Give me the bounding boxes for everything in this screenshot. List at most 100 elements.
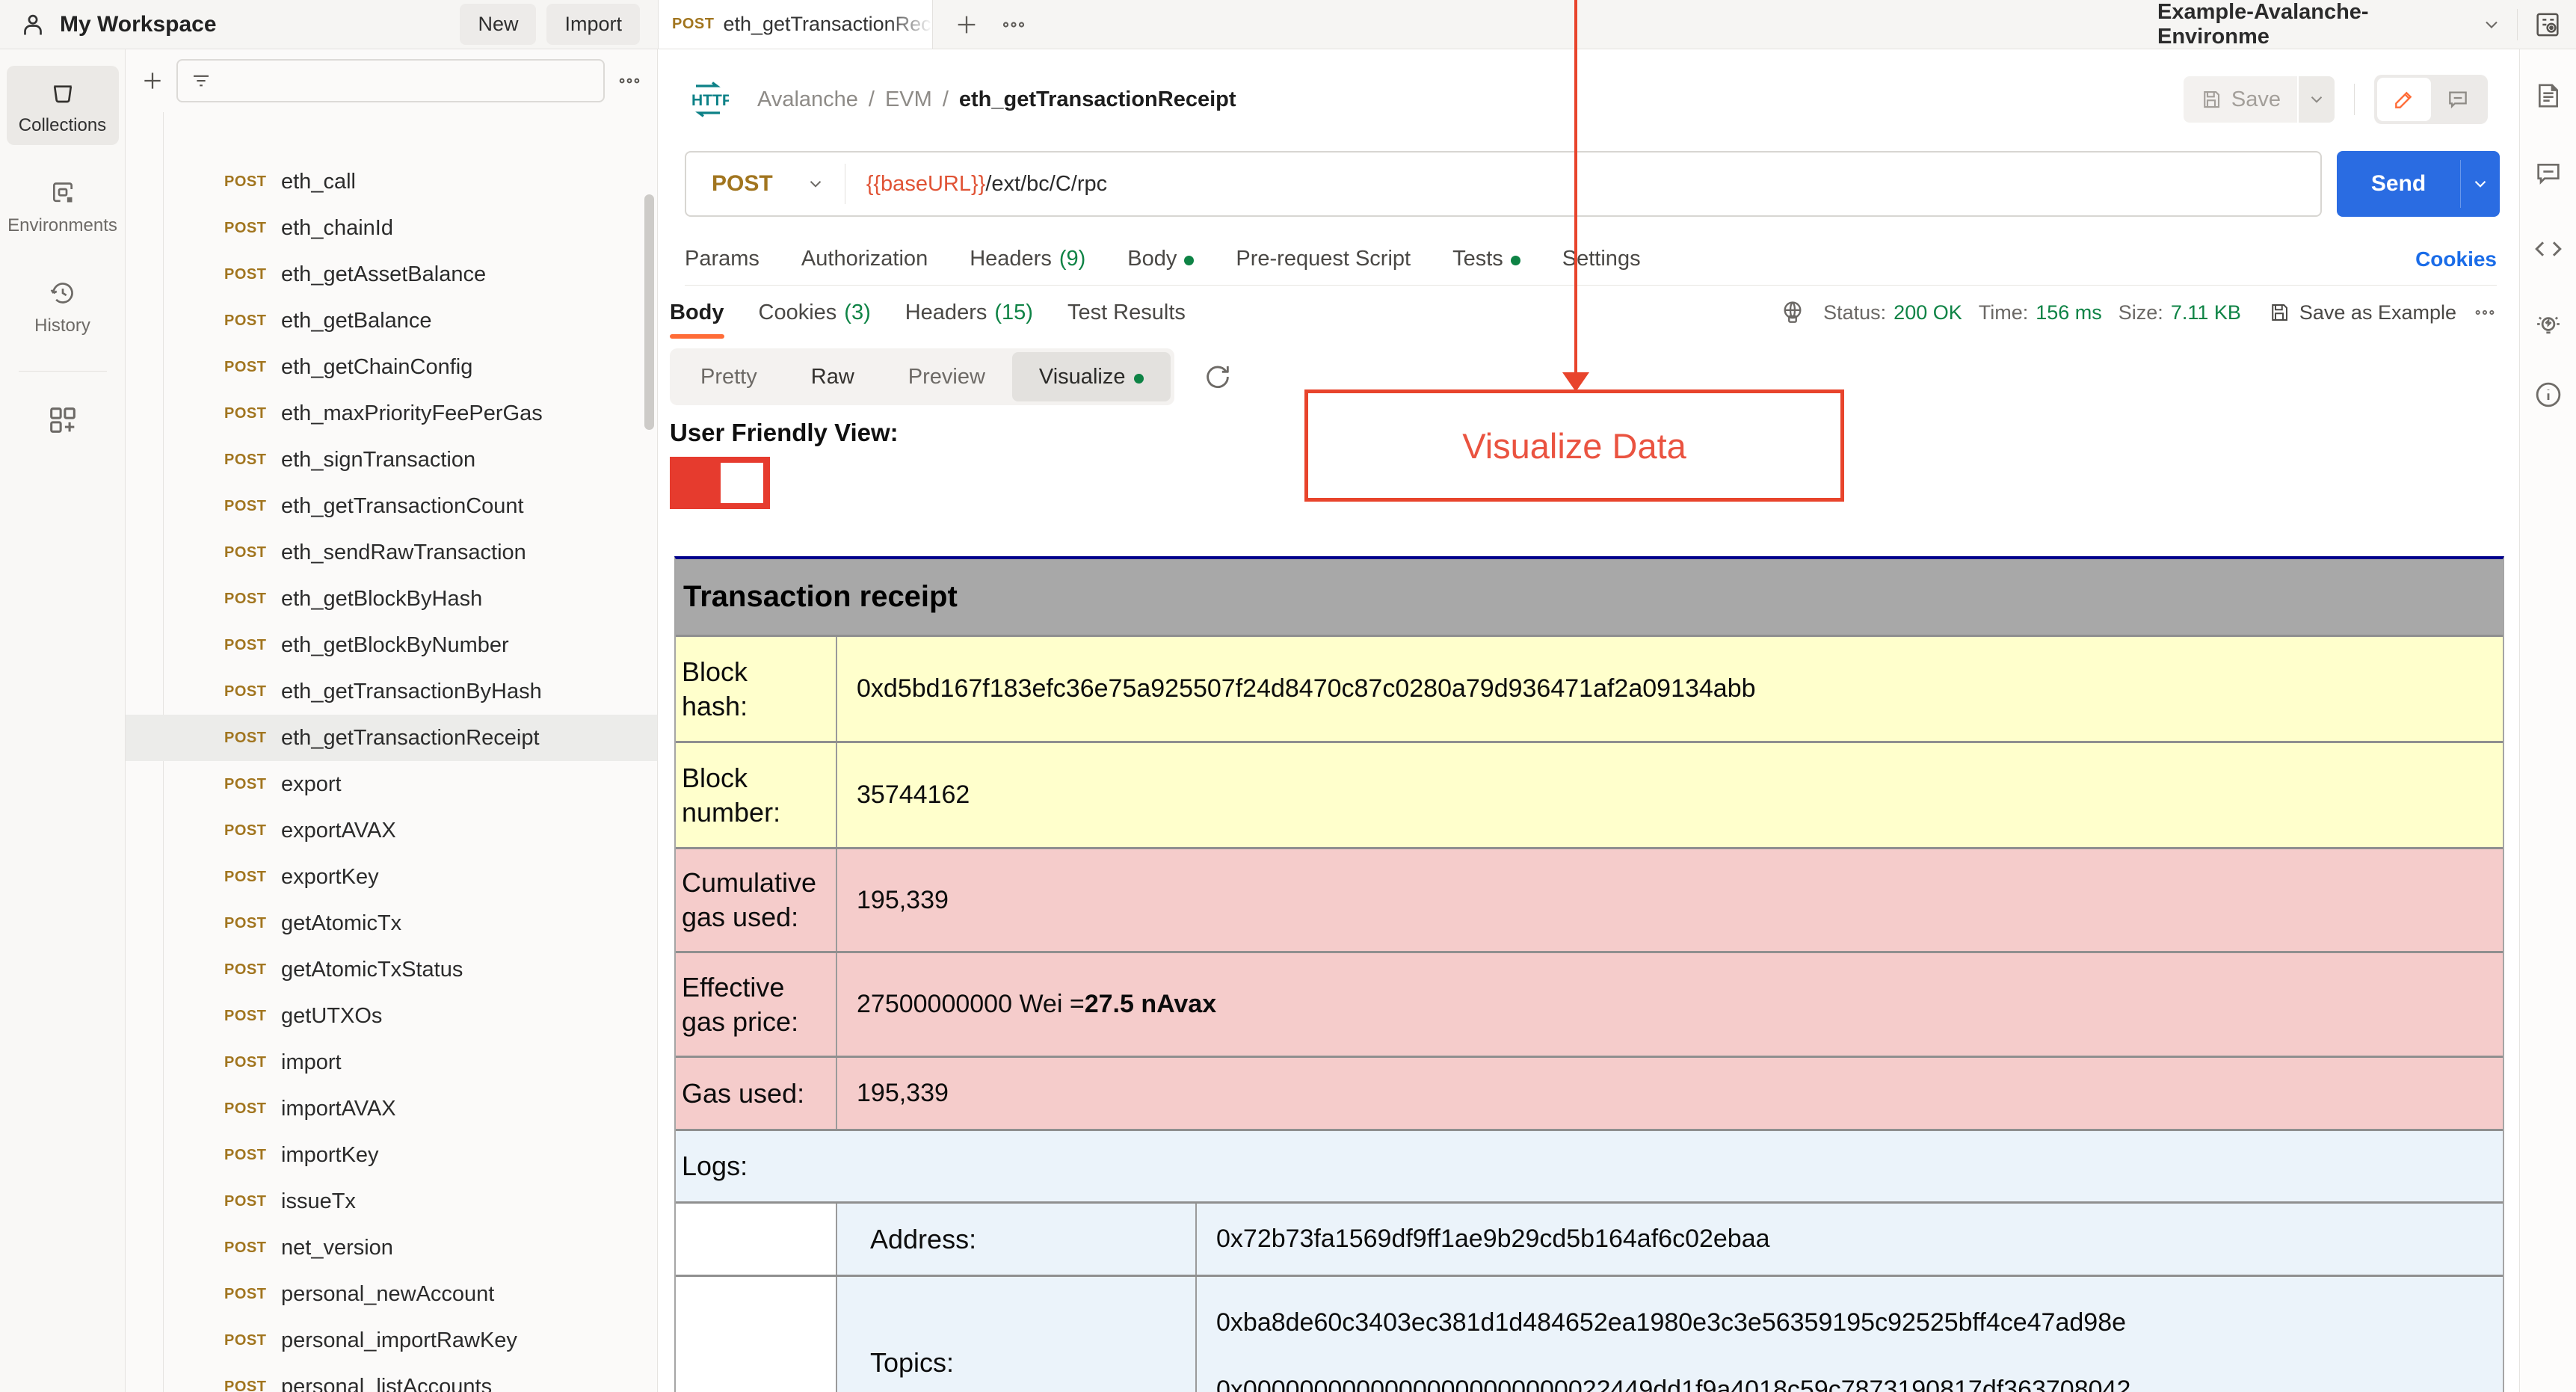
sidebar-filter-input[interactable] (176, 59, 605, 102)
response-tab-headers[interactable]: Headers (15) (905, 286, 1033, 339)
environment-selector[interactable]: Example-Avalanche-Environme (2157, 0, 2466, 49)
add-collection-icon[interactable] (141, 69, 164, 93)
status-value[interactable]: 200 OK (1894, 301, 1962, 324)
import-button[interactable]: Import (546, 4, 640, 45)
sidebar-request-item[interactable]: POST eth_call (126, 158, 657, 205)
request-tab-pre-request-script[interactable]: Pre-request Script (1236, 247, 1411, 271)
request-tab-body[interactable]: Body (1127, 247, 1195, 271)
sidebar-request-item[interactable]: POST eth_getChainConfig (126, 344, 657, 390)
response-tab-body[interactable]: Body (670, 286, 724, 339)
size-value[interactable]: 7.11 KB (2171, 301, 2241, 324)
sidebar-more-options-icon[interactable] (617, 68, 642, 93)
save-options-chevron-icon[interactable] (2299, 76, 2335, 123)
sidebar-request-item[interactable]: POST eth_getTransactionReceipt (126, 715, 657, 761)
code-icon[interactable] (2533, 233, 2564, 265)
sidebar-scrollbar[interactable] (644, 194, 654, 430)
workspace-title[interactable]: My Workspace (60, 12, 217, 37)
request-actions: Save (2183, 75, 2488, 124)
info-icon[interactable] (2533, 379, 2564, 410)
request-name: eth_maxPriorityFeePerGas (281, 401, 543, 425)
breadcrumb-request[interactable]: eth_getTransactionReceipt (959, 87, 1236, 112)
breadcrumb-collection[interactable]: Avalanche (757, 87, 858, 112)
environment-quick-look-icon[interactable] (2533, 10, 2563, 40)
send-button[interactable]: Send (2337, 151, 2500, 217)
sidebar-request-item[interactable]: POST personal_listAccounts (126, 1364, 657, 1392)
row-label: Block number: (676, 743, 837, 847)
save-button[interactable]: Save (2183, 76, 2297, 123)
send-options-chevron-icon[interactable] (2461, 151, 2500, 217)
log-label-cell: Address: (837, 1204, 1197, 1275)
sidebar-request-item[interactable]: POST net_version (126, 1225, 657, 1271)
sidebar-request-item[interactable]: POST eth_getTransactionCount (126, 483, 657, 529)
comments-button[interactable] (2431, 78, 2485, 121)
lightbulb-icon[interactable] (2533, 311, 2564, 342)
response-tab-test-results[interactable]: Test Results (1067, 286, 1186, 339)
active-tab-underline (670, 334, 724, 339)
save-button-label: Save (2231, 87, 2281, 111)
row-label: Gas used: (676, 1058, 837, 1129)
sidebar-request-item[interactable]: POST eth_sendRawTransaction (126, 529, 657, 576)
rail-item-environments[interactable]: Environments (7, 166, 119, 245)
response-meta: Status: 200 OK Time: 156 ms Size: 7.11 KB S… (1778, 298, 2497, 327)
sidebar-request-item[interactable]: POST exportKey (126, 854, 657, 900)
friendly-view-toggle[interactable] (670, 457, 770, 509)
request-tab-authorization[interactable]: Authorization (801, 247, 928, 271)
new-button[interactable]: New (460, 4, 537, 45)
sidebar-request-item[interactable]: POST personal_importRawKey (126, 1317, 657, 1364)
log-spacer-cell (676, 1204, 837, 1275)
sidebar-request-item[interactable]: POST eth_getBlockByHash (126, 576, 657, 622)
request-tab-active[interactable]: POST eth_getTransactionRece (658, 0, 933, 49)
sidebar-request-item[interactable]: POST importKey (126, 1132, 657, 1178)
sidebar-request-item[interactable]: POST issueTx (126, 1178, 657, 1225)
view-mode-raw[interactable]: Raw (784, 352, 881, 401)
view-mode-pretty[interactable]: Pretty (674, 352, 784, 401)
edit-mode-button[interactable] (2377, 78, 2431, 121)
documentation-icon[interactable] (2533, 81, 2563, 111)
comments-icon[interactable] (2533, 158, 2563, 188)
hash-value: 0x72b73fa1569df9ff1ae9b29cd5b164af6c02eb… (1216, 1225, 1770, 1253)
user-icon[interactable] (19, 11, 46, 38)
add-panel-icon[interactable] (46, 403, 80, 437)
view-mode-preview[interactable]: Preview (881, 352, 1012, 401)
tab-label: Body (1127, 247, 1177, 271)
sidebar-request-item[interactable]: POST eth_getBalance (126, 298, 657, 344)
method-chevron-icon[interactable] (806, 174, 825, 194)
sidebar-request-item[interactable]: POST eth_getAssetBalance (126, 251, 657, 298)
sidebar-request-item[interactable]: POST getUTXOs (126, 993, 657, 1039)
new-tab-icon[interactable] (954, 12, 979, 37)
cookies-link[interactable]: Cookies (2415, 247, 2497, 271)
sidebar-request-item[interactable]: POST eth_maxPriorityFeePerGas (126, 390, 657, 437)
sidebar-request-item[interactable]: POST import (126, 1039, 657, 1085)
rail-item-collections[interactable]: Collections (6, 66, 119, 145)
request-tab-headers[interactable]: Headers (9) (970, 247, 1085, 271)
sidebar-request-item[interactable]: POST eth_signTransaction (126, 437, 657, 483)
network-icon[interactable] (1778, 298, 1807, 327)
url-input[interactable]: {{baseURL}}/ext/bc/C/rpc (866, 172, 1107, 197)
request-tab-params[interactable]: Params (685, 247, 759, 271)
method-select[interactable]: POST (712, 171, 773, 197)
sidebar-request-item[interactable]: POST exportAVAX (126, 807, 657, 854)
tab-more-options-icon[interactable] (1000, 11, 1027, 38)
time-value[interactable]: 156 ms (2036, 301, 2102, 324)
log-spacer-cell (676, 1277, 837, 1392)
rail-item-history[interactable]: History (7, 266, 119, 345)
chevron-down-icon[interactable] (2481, 14, 2502, 35)
request-name: personal_listAccounts (281, 1374, 493, 1392)
sidebar-request-item[interactable]: POST importAVAX (126, 1085, 657, 1132)
request-tab-tests[interactable]: Tests (1452, 247, 1520, 271)
sidebar-request-item[interactable]: POST eth_getBlockByNumber (126, 622, 657, 668)
request-header-row: HTTP Avalanche / EVM / eth_getTransactio… (659, 49, 2519, 150)
view-mode-visualize[interactable]: Visualize (1011, 352, 1171, 401)
response-tab-cookies[interactable]: Cookies (3) (759, 286, 871, 339)
sidebar-request-item[interactable]: POST personal_newAccount (126, 1271, 657, 1317)
sidebar-request-item[interactable]: POST export (126, 761, 657, 807)
breadcrumb-folder[interactable]: EVM (885, 87, 932, 112)
sidebar-request-item[interactable]: POST getAtomicTxStatus (126, 946, 657, 993)
sidebar-request-item[interactable]: POST getAtomicTx (126, 900, 657, 946)
save-as-example-button[interactable]: Save as Example (2268, 301, 2456, 324)
green-dot-icon (1184, 256, 1195, 265)
response-more-options-icon[interactable] (2473, 301, 2497, 324)
sidebar-request-item[interactable]: POST eth_chainId (126, 205, 657, 251)
sidebar-request-item[interactable]: POST eth_getTransactionByHash (126, 668, 657, 715)
refresh-icon[interactable] (1203, 362, 1233, 392)
